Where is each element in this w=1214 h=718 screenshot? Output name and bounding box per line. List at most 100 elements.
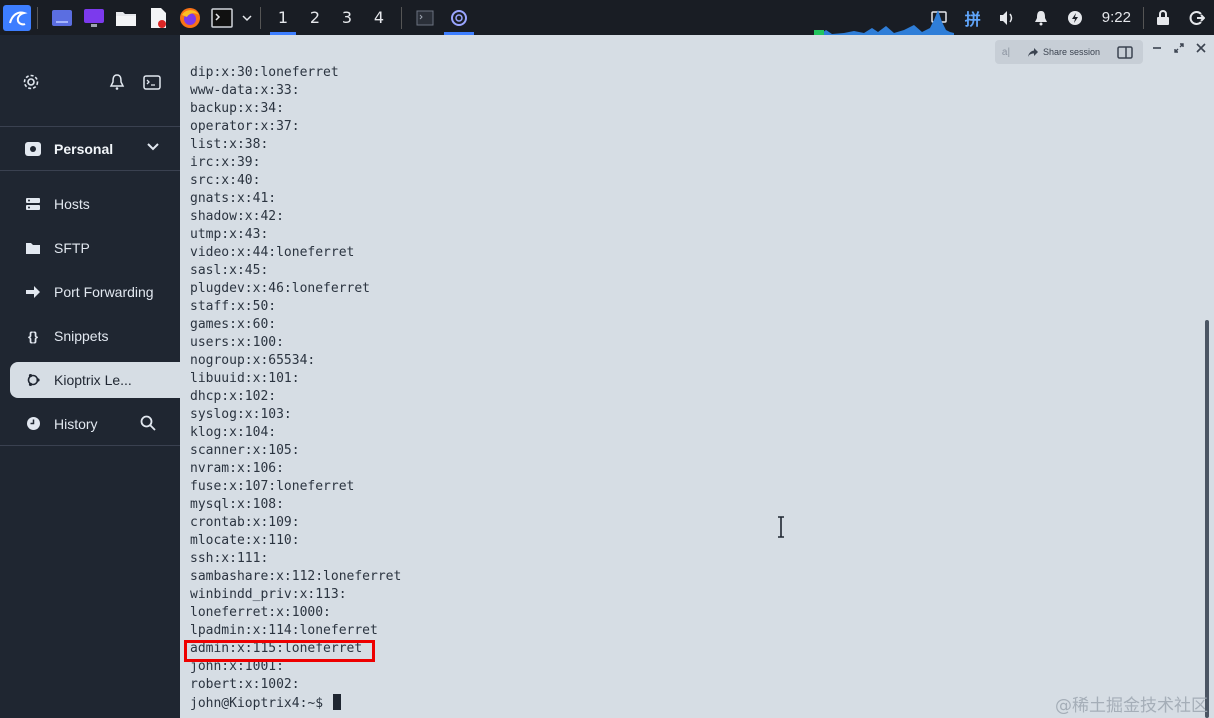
terminal-line: staff:x:50: [190, 299, 277, 314]
taskbar-window-terminal[interactable] [408, 0, 442, 35]
workspace-1[interactable]: 1 [267, 0, 299, 35]
text-cursor-icon [778, 516, 784, 538]
terminal-line: mlocate:x:110: [190, 533, 300, 548]
taskbar-separator [37, 6, 38, 29]
terminal-line: scanner:x:105: [190, 443, 300, 458]
terminal-line: utmp:x:43: [190, 227, 269, 242]
terminal-line: sambashare:x:112:loneferret [190, 569, 402, 584]
sidebar-item-label: Port Forwarding [54, 284, 154, 300]
text-editor-icon[interactable] [144, 5, 172, 31]
terminal-line: backup:x:34: [190, 101, 284, 116]
terminal-line: klog:x:104: [190, 425, 277, 440]
terminal-line: gnats:x:41: [190, 191, 277, 206]
local-terminal-icon[interactable] [143, 75, 161, 94]
workspace-4[interactable]: 4 [363, 0, 395, 35]
session-toolbar: a| Share session [995, 40, 1143, 64]
terminal-line: www-data:x:33: [190, 83, 300, 98]
share-session-button[interactable]: Share session [1017, 47, 1113, 58]
terminal-prompt-line[interactable]: john@Kioptrix4:~$ [190, 694, 401, 712]
terminal-line: winbindd_priv:x:113: [190, 587, 347, 602]
cpu-graph-icon [814, 10, 954, 35]
file-manager-icon[interactable] [112, 5, 140, 31]
share-icon [1028, 47, 1038, 57]
terminal-line: lpadmin:x:114:loneferret [190, 623, 378, 638]
share-session-label: Share session [1043, 47, 1101, 57]
terminal-pane[interactable]: a| Share session dip:x:30:loneferret www-… [180, 35, 1214, 718]
font-size-button[interactable]: a| [995, 40, 1017, 64]
vault-name: Personal [54, 140, 114, 157]
terminal-line: src:x:40: [190, 173, 261, 188]
settings-gear-icon[interactable] [22, 73, 40, 95]
sidebar-item-history[interactable]: History [0, 402, 180, 446]
show-desktop-icon[interactable] [48, 5, 76, 31]
terminal-line: operator:x:37: [190, 119, 300, 134]
split-layout-icon[interactable] [1113, 40, 1137, 64]
chevron-down-icon[interactable] [240, 5, 254, 31]
terminal-line: users:x:100: [190, 335, 284, 350]
close-icon[interactable] [1196, 41, 1206, 57]
workspace-2[interactable]: 2 [299, 0, 331, 35]
terminal-line: nogroup:x:65534: [190, 353, 316, 368]
firefox-icon[interactable] [176, 5, 204, 31]
logout-icon[interactable] [1180, 0, 1214, 35]
input-method-icon[interactable]: 拼 [956, 0, 990, 35]
terminal-line: shadow:x:42: [190, 209, 284, 224]
terminal-line: irc:x:39: [190, 155, 261, 170]
terminal-line: syslog:x:103: [190, 407, 292, 422]
port-forward-icon [24, 283, 42, 301]
terminal-line: video:x:44:loneferret [190, 245, 355, 260]
sidebar-item-kioptrix-session[interactable]: Kioptrix Le... [10, 362, 180, 398]
volume-icon[interactable] [990, 0, 1024, 35]
workspace-3[interactable]: 3 [331, 0, 363, 35]
terminal-line: nvram:x:106: [190, 461, 284, 476]
terminal-line: sasl:x:45: [190, 263, 269, 278]
search-icon[interactable] [140, 415, 156, 434]
sidebar-item-sftp[interactable]: SFTP [0, 226, 180, 270]
braces-icon: {} [27, 328, 39, 344]
taskbar-window-termius[interactable] [442, 0, 476, 35]
workspace-switcher-icon[interactable] [80, 5, 108, 31]
sidebar-item-label: Kioptrix Le... [54, 372, 132, 388]
watermark: @稀土掘金技术社区 [1055, 696, 1208, 716]
terminal-line: robert:x:1002: [190, 677, 300, 692]
terminal-scrollbar[interactable] [1205, 320, 1209, 718]
notification-bell-icon[interactable] [1024, 0, 1058, 35]
minimize-icon[interactable] [1152, 41, 1162, 57]
power-manager-icon[interactable] [1058, 0, 1092, 35]
kali-menu-icon[interactable] [3, 4, 31, 31]
terminal-line: mysql:x:108: [190, 497, 284, 512]
window-controls [1152, 41, 1206, 57]
terminal-line: ssh:x:111: [190, 551, 269, 566]
terminal-line: list:x:38: [190, 137, 269, 152]
sidebar-item-label: History [54, 415, 98, 432]
terminal-line: fuse:x:107:loneferret [190, 479, 355, 494]
sidebar-toolbar [0, 35, 180, 127]
sidebar-item-label: Snippets [54, 328, 109, 344]
terminal-output: dip:x:30:loneferret www-data:x:33: backup:… [190, 64, 401, 712]
vault-selector[interactable]: Personal [0, 127, 180, 171]
notification-bell-icon[interactable] [109, 73, 125, 95]
terminal-line: games:x:60: [190, 317, 277, 332]
folder-icon [24, 239, 42, 257]
restore-icon[interactable] [1174, 41, 1184, 57]
terminal-line: plugdev:x:46:loneferret [190, 281, 371, 296]
terminal-cursor [332, 694, 341, 710]
sidebar-item-snippets[interactable]: {} Snippets [0, 314, 180, 358]
sidebar-item-port-forwarding[interactable]: Port Forwarding [0, 270, 180, 314]
sidebar: Personal Hosts SFTP Port Forwarding {} S… [0, 35, 180, 718]
sidebar-item-label: SFTP [54, 240, 90, 256]
chevron-down-icon[interactable] [146, 140, 160, 157]
lock-icon[interactable] [1146, 0, 1180, 35]
sidebar-item-label: Hosts [54, 196, 90, 212]
sidebar-item-hosts[interactable]: Hosts [0, 182, 180, 226]
terminal-prompt: john@Kioptrix4:~$ [190, 696, 331, 711]
taskbar-separator [260, 6, 261, 29]
taskbar-separator [401, 6, 402, 29]
clock[interactable]: 9:22 [1092, 9, 1141, 26]
ubuntu-icon [24, 371, 42, 389]
terminal-line: dip:x:30:loneferret [190, 65, 339, 80]
terminal-launcher-icon[interactable] [208, 5, 236, 31]
taskbar-separator [1143, 6, 1144, 29]
clock-icon [24, 415, 42, 433]
highlight-box-admin-group [184, 640, 375, 662]
